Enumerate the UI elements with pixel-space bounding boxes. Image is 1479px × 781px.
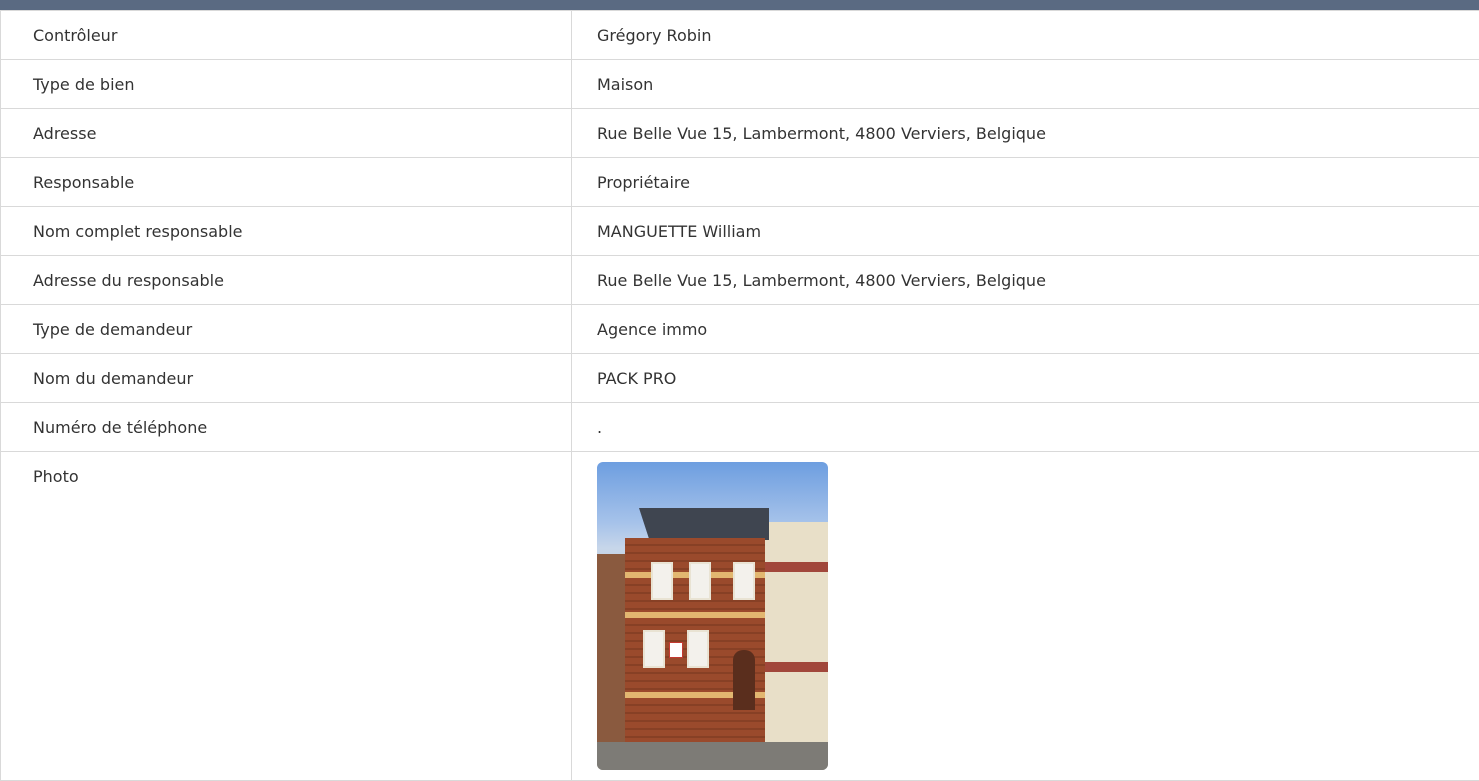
photo-stripe: [765, 562, 828, 572]
table-row: Adresse du responsable Rue Belle Vue 15,…: [1, 256, 1479, 305]
row-value-controleur: Grégory Robin: [572, 11, 1479, 60]
photo-sign: [669, 642, 683, 658]
table-row: Nom du demandeur PACK PRO: [1, 354, 1479, 403]
photo-door: [733, 650, 755, 710]
table-row: Contrôleur Grégory Robin: [1, 11, 1479, 60]
row-value-type-de-demandeur: Agence immo: [572, 305, 1479, 354]
photo-window: [643, 630, 665, 668]
photo-street: [597, 742, 828, 770]
row-value-nom-du-demandeur: PACK PRO: [572, 354, 1479, 403]
photo-band: [625, 612, 765, 618]
photo-window: [689, 562, 711, 600]
row-value-adresse: Rue Belle Vue 15, Lambermont, 4800 Vervi…: [572, 109, 1479, 158]
row-value-numero-de-telephone: .: [572, 403, 1479, 452]
row-value-type-de-bien: Maison: [572, 60, 1479, 109]
photo-window: [687, 630, 709, 668]
row-label-adresse-du-responsable: Adresse du responsable: [1, 256, 572, 305]
row-label-type-de-bien: Type de bien: [1, 60, 572, 109]
row-value-responsable: Propriétaire: [572, 158, 1479, 207]
row-value-nom-complet-responsable: MANGUETTE William: [572, 207, 1479, 256]
row-label-responsable: Responsable: [1, 158, 572, 207]
table-row: Type de demandeur Agence immo: [1, 305, 1479, 354]
row-value-photo: [572, 452, 1479, 781]
photo-neighbor-left: [597, 554, 625, 754]
table-row: Numéro de téléphone .: [1, 403, 1479, 452]
row-label-type-de-demandeur: Type de demandeur: [1, 305, 572, 354]
table-row: Nom complet responsable MANGUETTE Willia…: [1, 207, 1479, 256]
table-row: Adresse Rue Belle Vue 15, Lambermont, 48…: [1, 109, 1479, 158]
photo-neighbor-right: [765, 522, 828, 752]
row-label-nom-du-demandeur: Nom du demandeur: [1, 354, 572, 403]
row-label-photo: Photo: [1, 452, 572, 781]
row-label-nom-complet-responsable: Nom complet responsable: [1, 207, 572, 256]
row-label-numero-de-telephone: Numéro de téléphone: [1, 403, 572, 452]
photo-stripe: [765, 662, 828, 672]
photo-roof: [639, 500, 769, 540]
table-row-photo: Photo: [1, 452, 1479, 781]
row-value-adresse-du-responsable: Rue Belle Vue 15, Lambermont, 4800 Vervi…: [572, 256, 1479, 305]
table-row: Responsable Propriétaire: [1, 158, 1479, 207]
table-row: Type de bien Maison: [1, 60, 1479, 109]
photo-window: [651, 562, 673, 600]
row-label-adresse: Adresse: [1, 109, 572, 158]
photo-window: [733, 562, 755, 600]
property-photo[interactable]: [597, 462, 828, 770]
row-label-controleur: Contrôleur: [1, 11, 572, 60]
property-details-table: Contrôleur Grégory Robin Type de bien Ma…: [0, 10, 1479, 781]
